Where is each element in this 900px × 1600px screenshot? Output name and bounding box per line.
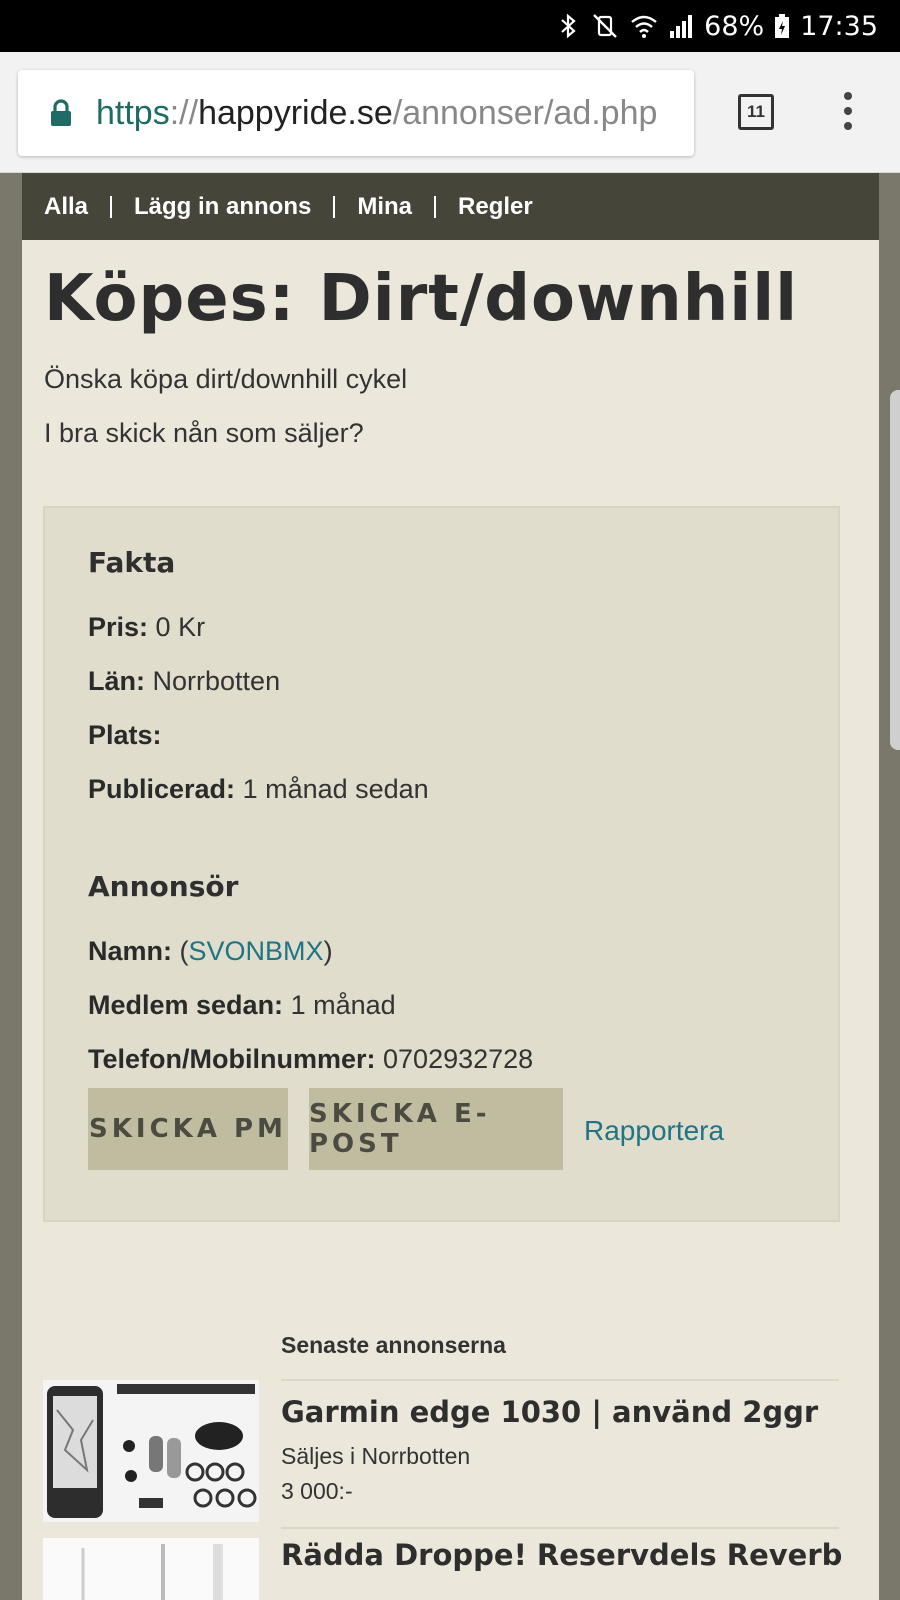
member-since-label: Medlem sedan: [88,990,284,1020]
bluetooth-icon [556,13,580,39]
nav-item-lagg-in-annons[interactable]: Lägg in annons [112,193,333,221]
ad-description-line: I bra skick nån som säljer? [44,418,364,448]
vibrate-mute-icon [590,13,620,39]
url-path: /annonser/ad.php [392,94,658,132]
published-label: Publicerad: [88,774,236,804]
price-row: Pris: 0 Kr [88,612,205,643]
main-content: Köpes: Dirt/downhill Önska köpa dirt/dow… [22,240,879,1600]
county-label: Län: [88,666,145,696]
price-value: 0 Kr [155,612,206,642]
latest-ad-title[interactable]: Garmin edge 1030 | använd 2ggr [281,1395,818,1429]
url-text[interactable]: https://happyride.se/annonser/ad.php [96,90,657,136]
published-value: 1 månad sedan [242,774,429,804]
address-bar[interactable]: https://happyride.se/annonser/ad.php [18,70,694,156]
url-separator: :// [169,94,199,132]
scrollbar[interactable] [890,390,900,750]
nav-item-mina[interactable]: Mina [335,193,434,221]
ad-thumbnail[interactable] [43,1538,259,1600]
member-since-row: Medlem sedan: 1 månad [88,990,396,1021]
site-nav: Alla Lägg in annons Mina Regler [22,173,879,240]
price-label: Pris: [88,612,149,642]
county-value: Norrbotten [152,666,281,696]
divider [281,1527,839,1529]
url-host: happyride.se [198,94,393,132]
latest-ads-heading: Senaste annonserna [281,1332,506,1358]
status-bar: 68% 17:35 [0,0,900,52]
published-row: Publicerad: 1 månad sedan [88,774,429,805]
wifi-icon [630,13,658,39]
tab-switcher-button[interactable]: 11 [738,94,774,130]
send-email-button[interactable]: SKICKA E-POST [309,1088,563,1170]
report-link[interactable]: Rapportera [584,1115,724,1147]
name-label: Namn: [88,936,173,966]
signal-icon [668,13,694,39]
url-scheme: https [96,94,170,132]
phone-label: Telefon/Mobilnummer: [88,1044,376,1074]
name-open-paren: ( [179,936,189,966]
lock-icon [48,98,74,128]
ad-thumbnail[interactable] [43,1380,259,1522]
nav-item-alla[interactable]: Alla [22,193,110,221]
divider [281,1379,839,1381]
latest-ad-location: Säljes i Norrbotten [281,1443,471,1469]
page-title: Köpes: Dirt/downhill [44,262,799,336]
phone-value: 0702932728 [383,1044,534,1074]
latest-ad-title[interactable]: Rädda Droppe! Reservdels Reverb [281,1538,842,1572]
browser-toolbar: https://happyride.se/annonser/ad.php 11 [0,52,900,173]
advertiser-heading: Annonsör [88,870,239,903]
nav-item-regler[interactable]: Regler [436,193,555,221]
facts-heading: Fakta [88,546,176,579]
name-row: Namn: (SVONBMX) [88,936,333,967]
battery-percent: 68% [704,10,765,42]
overflow-menu-icon[interactable] [838,92,858,134]
latest-ad-price: 3 000:- [281,1478,353,1504]
ad-description-line: Önska köpa dirt/downhill cykel [44,364,408,394]
status-icons: 68% 17:35 [556,8,878,44]
send-pm-button[interactable]: SKICKA PM [88,1088,288,1170]
name-close-paren: ) [323,936,333,966]
battery-icon [774,13,790,39]
place-row: Plats: [88,720,162,751]
member-since-value: 1 månad [290,990,396,1020]
advertiser-profile-link[interactable]: SVONBMX [189,936,324,966]
facts-panel: Fakta Pris: 0 Kr Län: Norrbotten Plats: … [43,506,840,1222]
phone-row: Telefon/Mobilnummer: 0702932728 [88,1044,533,1075]
place-label: Plats: [88,720,162,750]
clock: 17:35 [800,10,878,42]
county-row: Län: Norrbotten [88,666,280,697]
